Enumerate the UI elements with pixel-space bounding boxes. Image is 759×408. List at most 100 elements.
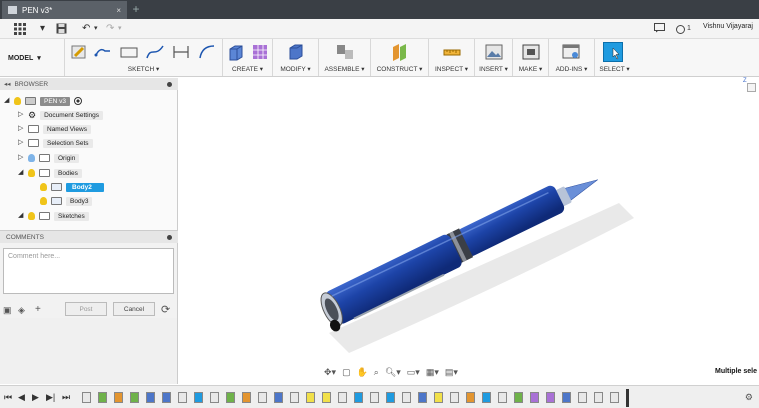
timeline-feature-icon[interactable]: [354, 392, 363, 403]
assemble-menu[interactable]: ASSEMBLE ▾: [319, 65, 370, 73]
activate-radio-icon[interactable]: [74, 97, 83, 105]
panel-pin-icon[interactable]: [167, 234, 172, 240]
collapse-arrows-icon[interactable]: ◂◂: [4, 80, 11, 88]
timeline-feature-icon[interactable]: [578, 392, 587, 403]
make-menu[interactable]: MAKE ▾: [513, 65, 548, 73]
timeline-feature-icon[interactable]: [290, 392, 299, 403]
document-tab[interactable]: PEN v3* ×: [2, 1, 127, 19]
rectangle-icon[interactable]: [119, 42, 139, 62]
add-ins-menu[interactable]: ADD-INS ▾: [549, 65, 594, 73]
go-to-end-icon[interactable]: ⏭: [62, 392, 70, 403]
browser-item-selection-sets[interactable]: ▷ Selection Sets: [18, 137, 93, 149]
canvas-viewport[interactable]: Z: [179, 78, 759, 384]
timeline-feature-icon[interactable]: [594, 392, 603, 403]
timeline-feature-icon[interactable]: [610, 392, 619, 403]
timeline-feature-icon[interactable]: [162, 392, 171, 403]
step-forward-icon[interactable]: ▶|: [46, 392, 55, 403]
undo-icon[interactable]: ↶: [82, 23, 90, 35]
browser-item-body3[interactable]: Body3: [40, 195, 93, 207]
browser-item-bodies[interactable]: ◢ Bodies: [18, 167, 82, 179]
new-tab-button[interactable]: +: [130, 3, 142, 16]
timeline-feature-icon[interactable]: [194, 392, 203, 403]
timeline-feature-icon[interactable]: [242, 392, 251, 403]
user-name[interactable]: Vishnu Vijayaraj: [703, 23, 753, 30]
timeline-feature-icon[interactable]: [498, 392, 507, 403]
timeline-feature-icon[interactable]: [146, 392, 155, 403]
construct-menu[interactable]: CONSTRUCT ▾: [371, 65, 428, 73]
post-button[interactable]: Post: [65, 302, 107, 316]
timeline-feature-icon[interactable]: [322, 392, 331, 403]
panel-pin-icon[interactable]: [167, 81, 172, 87]
select-menu[interactable]: SELECT ▾: [595, 65, 634, 73]
timeline-feature-icon[interactable]: [418, 392, 427, 403]
expand-triangle-icon[interactable]: ▷: [18, 139, 24, 147]
step-back-icon[interactable]: ◀: [18, 392, 25, 403]
expand-triangle-icon[interactable]: ◢: [4, 97, 10, 105]
browser-item-document-settings[interactable]: ▷ ⚙ Document Settings: [18, 109, 103, 121]
timeline-feature-icon[interactable]: [466, 392, 475, 403]
modify-menu[interactable]: MODIFY ▾: [273, 65, 318, 73]
grid-settings-icon[interactable]: ▦▾: [426, 367, 439, 378]
visibility-bulb-icon[interactable]: [28, 169, 35, 177]
cube-icon[interactable]: ◈: [18, 305, 25, 316]
timeline-feature-icon[interactable]: [338, 392, 347, 403]
file-menu-chevron-icon[interactable]: ▾: [40, 23, 45, 35]
visibility-bulb-icon[interactable]: [40, 197, 47, 205]
browser-item-body2[interactable]: Body2: [40, 181, 104, 193]
expand-triangle-icon[interactable]: ▷: [18, 154, 24, 162]
workspace-selector[interactable]: MODEL ▾: [8, 51, 60, 65]
dimension-icon[interactable]: [171, 42, 191, 62]
timeline-settings-icon[interactable]: ⚙: [745, 392, 753, 403]
display-settings-icon[interactable]: ▭▾: [407, 367, 420, 378]
expand-triangle-icon[interactable]: ▷: [18, 125, 24, 133]
inspect-menu[interactable]: INSPECT ▾: [429, 65, 474, 73]
timeline-feature-icon[interactable]: [530, 392, 539, 403]
timeline-feature-icon[interactable]: [306, 392, 315, 403]
timeline-feature-icon[interactable]: [178, 392, 187, 403]
timeline-feature-icon[interactable]: [114, 392, 123, 403]
form-icon[interactable]: [250, 42, 270, 62]
redo-chevron-icon[interactable]: ▾: [118, 23, 122, 35]
expand-triangle-icon[interactable]: ◢: [18, 212, 24, 220]
browser-item-sketches[interactable]: ◢ Sketches: [18, 210, 89, 222]
pen-model[interactable]: [179, 78, 759, 384]
go-to-start-icon[interactable]: ⏮: [4, 392, 12, 403]
insert-menu[interactable]: INSERT ▾: [475, 65, 512, 73]
visibility-bulb-icon[interactable]: [14, 97, 21, 105]
expand-triangle-icon[interactable]: ◢: [18, 169, 24, 177]
press-pull-icon[interactable]: [286, 42, 306, 62]
scripts-icon[interactable]: [561, 42, 581, 62]
timeline-feature-icon[interactable]: [82, 392, 91, 403]
look-at-icon[interactable]: ▢: [342, 367, 351, 378]
timeline-marker-icon[interactable]: [626, 389, 629, 407]
timeline-feature-icon[interactable]: [130, 392, 139, 403]
3d-print-icon[interactable]: [521, 42, 541, 62]
pin-point-icon[interactable]: +: [35, 304, 41, 315]
viewports-icon[interactable]: ▤▾: [445, 367, 458, 378]
close-tab-icon[interactable]: ×: [116, 6, 121, 15]
timeline-feature-icon[interactable]: [98, 392, 107, 403]
browser-root-row[interactable]: ◢ PEN v3: [4, 95, 83, 107]
timeline-feature-icon[interactable]: [402, 392, 411, 403]
chat-icon[interactable]: [654, 23, 665, 37]
redo-icon[interactable]: ↷: [106, 23, 114, 35]
cancel-button[interactable]: Cancel: [113, 302, 155, 316]
create-menu[interactable]: CREATE ▾: [223, 65, 272, 73]
camera-icon[interactable]: ▣: [3, 305, 12, 316]
timeline-feature-icon[interactable]: [274, 392, 283, 403]
sketch-menu[interactable]: SKETCH ▾: [65, 65, 222, 73]
select-arrow-icon[interactable]: [603, 42, 623, 62]
browser-item-origin[interactable]: ▷ Origin: [18, 152, 80, 164]
zoom-icon[interactable]: ⌕: [374, 367, 379, 378]
timeline-feature-icon[interactable]: [514, 392, 523, 403]
timeline-feature-icon[interactable]: [450, 392, 459, 403]
timeline-feature-icon[interactable]: [370, 392, 379, 403]
extrude-icon[interactable]: [226, 42, 246, 62]
pan-hand-icon[interactable]: ✋: [357, 367, 368, 378]
zoom-window-icon[interactable]: 🔍︎▾: [385, 367, 401, 378]
timeline-feature-icon[interactable]: [482, 392, 491, 403]
expand-triangle-icon[interactable]: ▷: [18, 111, 24, 119]
visibility-bulb-icon[interactable]: [28, 154, 35, 162]
timeline-feature-icon[interactable]: [258, 392, 267, 403]
timeline-feature-icon[interactable]: [226, 392, 235, 403]
